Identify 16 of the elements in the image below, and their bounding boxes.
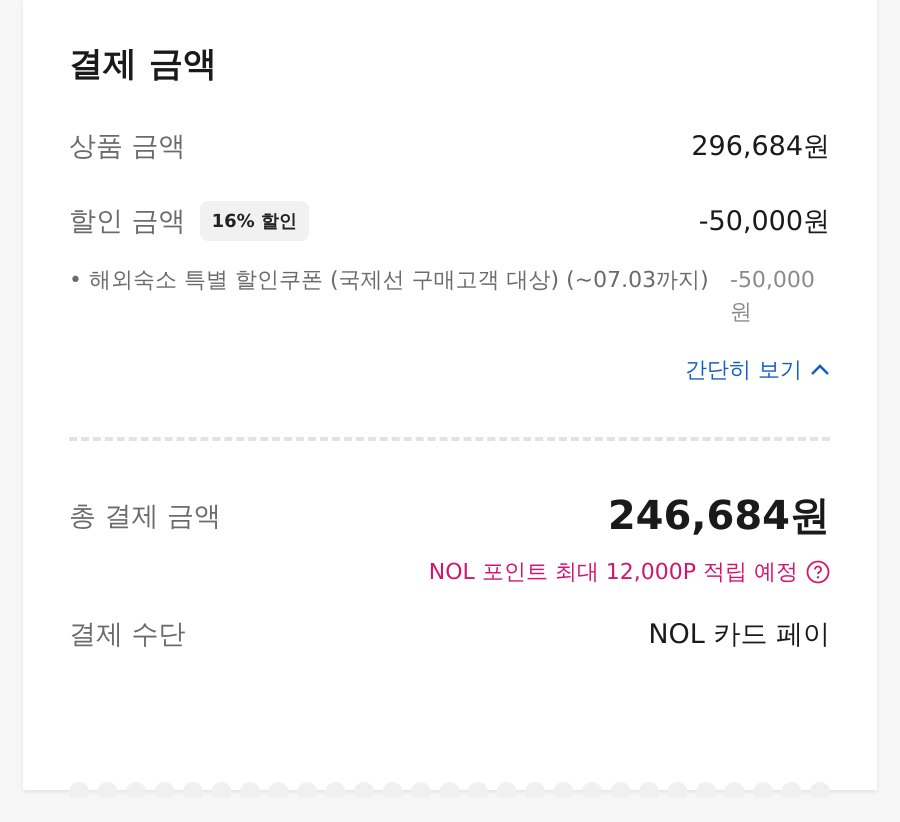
discount-badge: 16% 할인 <box>200 201 309 242</box>
coupon-description: • 해외숙소 특별 할인쿠폰 (국제선 구매고객 대상) (~07.03까지) <box>69 266 710 295</box>
row-amount: -50,000원 <box>698 205 830 240</box>
row-amount: 296,684원 <box>691 130 830 164</box>
section-title: 결제 금액 <box>69 44 218 85</box>
chevron-icon <box>810 364 830 376</box>
points-note: NOL 포인트 최대 12,000P 적립 예정 <box>428 558 798 587</box>
payment-method: NOL 카드 페이 <box>648 618 830 652</box>
total-amount: 246,684원 <box>608 492 830 542</box>
coupon-amount: -50,000원 <box>730 266 816 327</box>
row-label: 총 결제 금액 <box>69 500 222 534</box>
row-label: 상품 금액 <box>69 130 186 164</box>
collapse-link[interactable]: 간단히 보기 <box>685 354 830 385</box>
help-icon[interactable] <box>806 560 830 584</box>
row-label: 결제 수단 <box>69 618 186 652</box>
row-label: 할인 금액 <box>69 205 186 240</box>
